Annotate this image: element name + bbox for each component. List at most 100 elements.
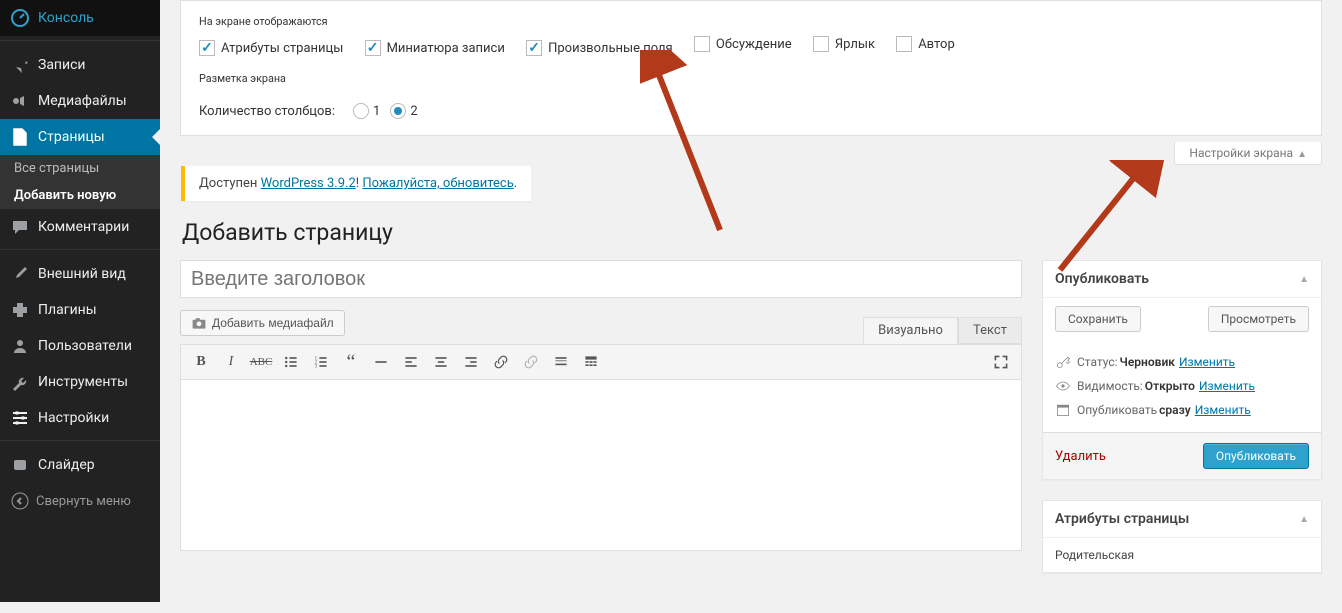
calendar-icon — [1055, 402, 1071, 418]
brush-icon — [10, 264, 30, 284]
checkbox-icon — [813, 36, 829, 52]
editor: B I ABC 123 “ — [180, 344, 1022, 551]
page-icon — [10, 127, 30, 147]
menu-label: Плагины — [38, 302, 97, 318]
menu-users[interactable]: Пользователи — [0, 328, 160, 364]
tb-number-list-icon[interactable]: 123 — [307, 349, 335, 375]
menu-tools[interactable]: Инструменты — [0, 364, 160, 400]
menu-dashboard[interactable]: Консоль — [0, 0, 160, 36]
tb-bold-icon[interactable]: B — [187, 349, 215, 375]
menu-plugins[interactable]: Плагины — [0, 292, 160, 328]
edit-status-link[interactable]: Изменить — [1179, 355, 1235, 369]
editor-tab-visual[interactable]: Визуально — [863, 317, 958, 344]
menu-label: Комментарии — [38, 219, 129, 235]
tb-italic-icon[interactable]: I — [217, 349, 245, 375]
tb-strike-icon[interactable]: ABC — [247, 349, 275, 375]
tb-fullscreen-icon[interactable] — [987, 349, 1015, 375]
menu-label: Медиафайлы — [38, 93, 127, 109]
page-title: Добавить страницу — [182, 219, 1342, 246]
parent-label: Родительская — [1055, 548, 1309, 562]
generic-icon — [10, 455, 30, 475]
camera-icon — [191, 315, 207, 331]
checkbox-page-attributes[interactable]: Атрибуты страницы — [199, 40, 343, 56]
radio-columns-2[interactable] — [390, 103, 406, 119]
tb-hr-icon[interactable] — [367, 349, 395, 375]
triangle-up-icon: ▲ — [1299, 274, 1309, 285]
editor-tab-text[interactable]: Текст — [958, 317, 1022, 344]
screen-options-tab[interactable]: Настройки экрана▲ — [1174, 142, 1322, 165]
menu-label: Пользователи — [38, 338, 132, 354]
tb-toolbar-toggle-icon[interactable] — [577, 349, 605, 375]
pages-submenu: Все страницы Добавить новую — [0, 155, 160, 209]
menu-separator — [0, 36, 160, 41]
add-media-button[interactable]: Добавить медиафайл — [180, 310, 345, 336]
tb-bullet-list-icon[interactable] — [277, 349, 305, 375]
collapse-icon — [10, 491, 30, 511]
submenu-all-pages[interactable]: Все страницы — [0, 155, 160, 182]
editor-toolbar: B I ABC 123 “ — [181, 345, 1021, 380]
update-please-link[interactable]: Пожалуйста, обновитесь — [362, 176, 513, 191]
checkbox-slug[interactable]: Ярлык — [813, 36, 875, 52]
triangle-up-icon: ▲ — [1297, 149, 1307, 160]
checkbox-featured-image[interactable]: Миниатюра записи — [365, 40, 505, 56]
plugin-icon — [10, 300, 30, 320]
menu-settings[interactable]: Настройки — [0, 400, 160, 436]
checkbox-icon — [199, 40, 215, 56]
menu-media[interactable]: Медиафайлы — [0, 83, 160, 119]
checkbox-custom-fields[interactable]: Произвольные поля — [526, 40, 673, 56]
menu-label: Настройки — [38, 410, 109, 426]
menu-label: Внешний вид — [38, 266, 126, 282]
comment-icon — [10, 217, 30, 237]
screen-layout-heading: Разметка экрана — [199, 68, 1303, 93]
wrench-icon — [10, 372, 30, 392]
collapse-menu[interactable]: Свернуть меню — [0, 483, 160, 519]
tb-unlink-icon[interactable] — [517, 349, 545, 375]
admin-sidebar: Консоль Записи Медиафайлы Страницы Все с… — [0, 0, 160, 602]
tb-more-icon[interactable] — [547, 349, 575, 375]
menu-label: Слайдер — [38, 457, 95, 473]
tb-quote-icon[interactable]: “ — [337, 349, 365, 375]
tb-align-center-icon[interactable] — [427, 349, 455, 375]
screen-options-heading: На экране отображаются — [199, 11, 1303, 36]
menu-comments[interactable]: Комментарии — [0, 209, 160, 245]
publish-box-header[interactable]: Опубликовать▲ — [1043, 261, 1321, 298]
menu-pages[interactable]: Страницы — [0, 119, 160, 155]
checkbox-icon — [365, 40, 381, 56]
radio-columns-1[interactable] — [353, 103, 369, 119]
checkbox-discussion[interactable]: Обсуждение — [694, 36, 792, 52]
screen-options-panel: На экране отображаются Атрибуты страницы… — [180, 0, 1322, 136]
edit-schedule-link[interactable]: Изменить — [1195, 403, 1251, 417]
attributes-box-header[interactable]: Атрибуты страницы▲ — [1043, 501, 1321, 538]
tb-link-icon[interactable] — [487, 349, 515, 375]
update-version-link[interactable]: WordPress 3.9.2 — [261, 176, 356, 191]
media-icon — [10, 91, 30, 111]
editor-content[interactable] — [181, 380, 1021, 550]
triangle-up-icon: ▲ — [1299, 514, 1309, 525]
dashboard-icon — [10, 8, 30, 28]
collapse-label: Свернуть меню — [36, 494, 131, 509]
publish-button[interactable]: Опубликовать — [1203, 443, 1309, 469]
menu-label: Инструменты — [38, 374, 128, 390]
menu-label: Консоль — [38, 10, 94, 26]
menu-label: Страницы — [38, 129, 105, 145]
menu-appearance[interactable]: Внешний вид — [0, 256, 160, 292]
title-input[interactable] — [180, 260, 1022, 298]
preview-button[interactable]: Просмотреть — [1208, 306, 1309, 332]
checkbox-author[interactable]: Автор — [896, 36, 955, 52]
submenu-add-new[interactable]: Добавить новую — [0, 182, 160, 209]
delete-link[interactable]: Удалить — [1055, 449, 1106, 464]
menu-label: Записи — [38, 57, 86, 73]
tb-align-left-icon[interactable] — [397, 349, 425, 375]
page-attributes-box: Атрибуты страницы▲ Родительская — [1042, 500, 1322, 573]
checkbox-icon — [896, 36, 912, 52]
save-draft-button[interactable]: Сохранить — [1055, 306, 1141, 332]
pin-icon — [10, 55, 30, 75]
tb-align-right-icon[interactable] — [457, 349, 485, 375]
eye-icon — [1055, 378, 1071, 394]
menu-separator — [0, 245, 160, 250]
menu-separator — [0, 436, 160, 441]
menu-slider[interactable]: Слайдер — [0, 447, 160, 483]
edit-visibility-link[interactable]: Изменить — [1199, 379, 1255, 393]
menu-posts[interactable]: Записи — [0, 47, 160, 83]
columns-label: Количество столбцов: — [199, 104, 335, 119]
